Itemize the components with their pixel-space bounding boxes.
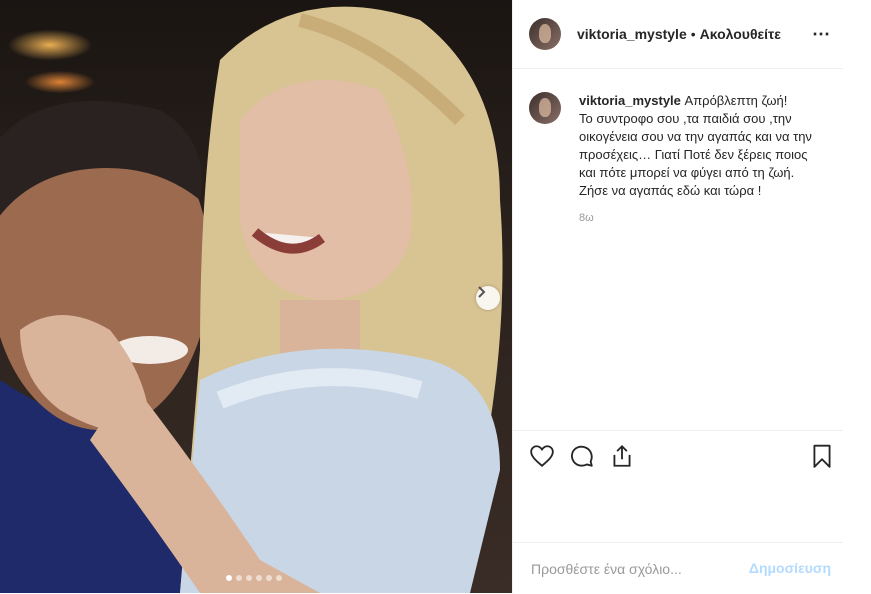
post-timestamp[interactable]: 8ω bbox=[579, 212, 827, 224]
like-button[interactable] bbox=[529, 443, 555, 469]
share-icon bbox=[613, 444, 631, 467]
avatar[interactable] bbox=[529, 18, 561, 50]
caption-text: viktoria_mystyle Απρόβλεπτη ζωή! Το συντ… bbox=[579, 92, 827, 200]
share-button[interactable] bbox=[609, 443, 635, 469]
more-options-icon[interactable]: ⋯ bbox=[812, 24, 831, 45]
carousel-dot bbox=[276, 575, 282, 581]
chevron-right-icon bbox=[478, 286, 486, 298]
carousel-indicator bbox=[226, 575, 282, 581]
carousel-dot bbox=[236, 575, 242, 581]
carousel-dot bbox=[256, 575, 262, 581]
caption: viktoria_mystyle Απρόβλεπτη ζωή! Το συντ… bbox=[529, 92, 827, 224]
following-button[interactable]: Ακολουθείτε bbox=[700, 26, 781, 42]
heart-icon bbox=[530, 445, 554, 467]
post-comment-button[interactable]: Δημοσίευση bbox=[749, 560, 831, 576]
carousel-dot bbox=[266, 575, 272, 581]
carousel-dot bbox=[226, 575, 232, 581]
caption-body: Απρόβλεπτη ζωή! Το συντροφο σου ,τα παιδ… bbox=[579, 93, 812, 198]
post-side-panel: viktoria_mystyle • Ακολουθείτε ⋯ viktori… bbox=[512, 0, 843, 593]
photo-illustration bbox=[0, 6, 503, 593]
comment-bar: Δημοσίευση bbox=[513, 542, 843, 594]
comment-icon bbox=[571, 445, 593, 467]
bookmark-icon bbox=[813, 444, 831, 468]
post-photo[interactable] bbox=[0, 0, 512, 593]
action-bar bbox=[513, 430, 843, 481]
post-header: viktoria_mystyle • Ακολουθείτε ⋯ bbox=[513, 0, 843, 69]
caption-username[interactable]: viktoria_mystyle bbox=[579, 93, 681, 108]
header-username[interactable]: viktoria_mystyle bbox=[577, 26, 687, 42]
comment-input[interactable] bbox=[529, 559, 753, 578]
carousel-next-button[interactable] bbox=[476, 286, 500, 310]
caption-avatar[interactable] bbox=[529, 92, 561, 124]
save-button[interactable] bbox=[809, 443, 835, 469]
carousel-dot bbox=[246, 575, 252, 581]
header-separator: • bbox=[690, 26, 696, 42]
comment-button[interactable] bbox=[569, 443, 595, 469]
